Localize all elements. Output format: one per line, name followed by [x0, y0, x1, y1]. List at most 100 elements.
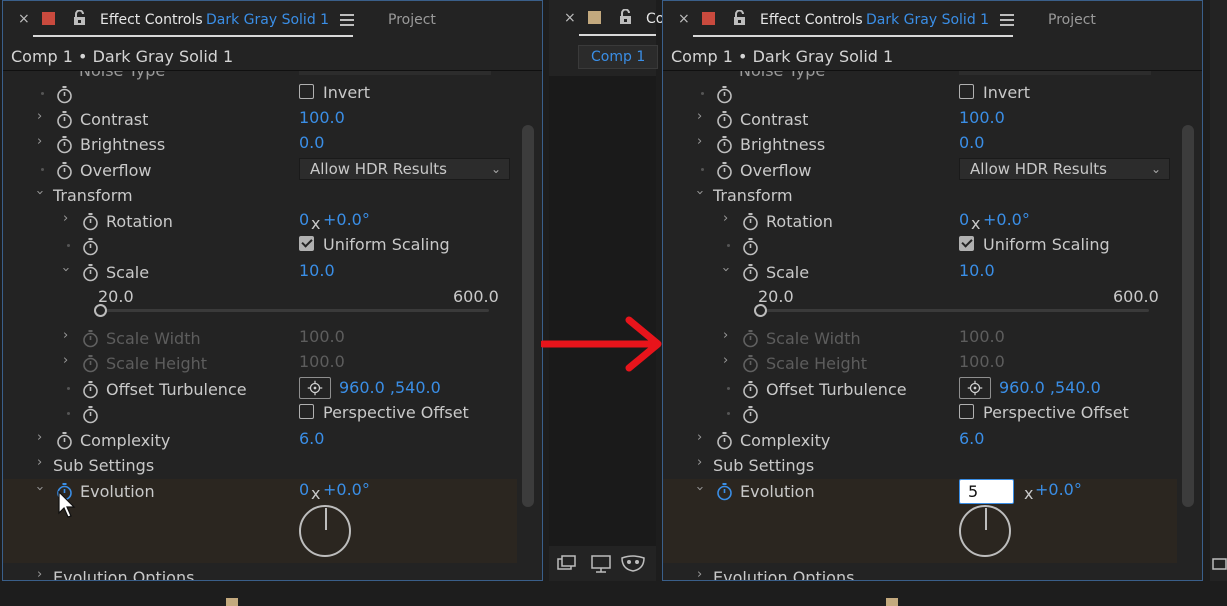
- stopwatch-icon[interactable]: [56, 85, 73, 104]
- stopwatch-icon[interactable]: [82, 237, 99, 256]
- chevron-down-icon[interactable]: ›: [32, 486, 47, 491]
- brightness-value[interactable]: 0.0: [299, 133, 324, 152]
- tab-project[interactable]: Project: [1048, 12, 1096, 28]
- close-tab-icon[interactable]: ×: [18, 11, 30, 27]
- chevron-right-icon[interactable]: ›: [697, 455, 702, 470]
- offset-turbulence-value[interactable]: 960.0 ,540.0: [339, 378, 441, 397]
- perspective-offset-checkbox[interactable]: [299, 404, 314, 419]
- stopwatch-icon[interactable]: [82, 405, 99, 424]
- uniform-scaling-checkbox[interactable]: [299, 236, 314, 251]
- scale-slider-knob[interactable]: [754, 304, 767, 317]
- unlock-icon[interactable]: [619, 9, 632, 25]
- snapshot-icon[interactable]: [1212, 555, 1227, 573]
- invert-checkbox[interactable]: [299, 84, 314, 99]
- chevron-right-icon[interactable]: ›: [37, 430, 42, 445]
- monitor-icon[interactable]: [591, 555, 611, 573]
- rotation-degrees[interactable]: +0.0°: [323, 210, 370, 229]
- stopwatch-icon[interactable]: [82, 380, 99, 399]
- chevron-right-icon[interactable]: ›: [723, 328, 728, 343]
- contrast-value[interactable]: 100.0: [299, 108, 345, 127]
- chevron-down-icon[interactable]: ›: [58, 267, 73, 272]
- scale-value[interactable]: 10.0: [959, 261, 995, 280]
- chevron-right-icon[interactable]: ›: [697, 109, 702, 124]
- comp-tab[interactable]: Comp 1: [578, 45, 658, 69]
- evolution-degrees[interactable]: +0.0°: [1035, 480, 1082, 499]
- perspective-offset-checkbox[interactable]: [959, 404, 974, 419]
- stopwatch-icon[interactable]: [742, 212, 759, 231]
- evolution-angle-dial[interactable]: [299, 505, 351, 557]
- panel-menu-icon[interactable]: [1000, 14, 1014, 26]
- overflow-dropdown[interactable]: Allow HDR Results ⌄: [299, 158, 510, 180]
- scrollbar[interactable]: [522, 125, 534, 507]
- comp-color-swatch: [226, 598, 238, 606]
- stopwatch-icon[interactable]: [56, 431, 73, 450]
- unlock-icon[interactable]: [73, 10, 86, 26]
- chevron-right-icon[interactable]: ›: [63, 211, 68, 226]
- complexity-value[interactable]: 6.0: [959, 429, 984, 448]
- chevron-right-icon[interactable]: ›: [723, 211, 728, 226]
- close-tab-icon[interactable]: ×: [564, 10, 576, 26]
- chevron-down-icon[interactable]: ›: [32, 190, 47, 195]
- close-tab-icon[interactable]: ×: [678, 11, 690, 27]
- mask-icon[interactable]: [621, 555, 645, 573]
- scale-slider-knob[interactable]: [94, 304, 107, 317]
- crosshair-target-icon[interactable]: [959, 377, 991, 399]
- chevron-right-icon[interactable]: ›: [697, 430, 702, 445]
- chevron-right-icon[interactable]: ›: [37, 109, 42, 124]
- tab-title[interactable]: Effect Controls: [100, 12, 203, 28]
- stopwatch-icon[interactable]: [716, 135, 733, 154]
- stopwatch-icon[interactable]: [742, 237, 759, 256]
- scrollbar[interactable]: [1182, 125, 1194, 507]
- unlock-icon[interactable]: [733, 10, 746, 26]
- rotation-turns[interactable]: 0: [299, 210, 309, 229]
- viewer-canvas[interactable]: [549, 76, 656, 546]
- stopwatch-icon[interactable]: [56, 110, 73, 129]
- snapshot-icon[interactable]: [557, 555, 577, 573]
- chevron-down-icon[interactable]: ›: [692, 486, 707, 491]
- chevron-right-icon[interactable]: ›: [63, 353, 68, 368]
- evolution-degrees[interactable]: +0.0°: [323, 480, 370, 499]
- chevron-right-icon[interactable]: ›: [723, 353, 728, 368]
- tab-title[interactable]: Effect Controls: [760, 12, 863, 28]
- chevron-right-icon[interactable]: ›: [63, 328, 68, 343]
- stopwatch-icon[interactable]: [716, 482, 733, 501]
- stopwatch-icon[interactable]: [742, 380, 759, 399]
- scale-slider-track[interactable]: [101, 309, 489, 312]
- evolution-turns[interactable]: 0: [299, 480, 309, 499]
- stopwatch-icon[interactable]: [716, 161, 733, 180]
- stopwatch-icon[interactable]: [716, 431, 733, 450]
- brightness-value[interactable]: 0.0: [959, 133, 984, 152]
- stopwatch-icon[interactable]: [56, 135, 73, 154]
- rotation-degrees[interactable]: +0.0°: [983, 210, 1030, 229]
- chevron-right-icon[interactable]: ›: [37, 567, 42, 580]
- uniform-scaling-checkbox[interactable]: [959, 236, 974, 251]
- stopwatch-icon[interactable]: [56, 161, 73, 180]
- rotation-turns[interactable]: 0: [959, 210, 969, 229]
- stopwatch-icon[interactable]: [82, 212, 99, 231]
- stopwatch-icon[interactable]: [716, 85, 733, 104]
- invert-checkbox[interactable]: [959, 84, 974, 99]
- chevron-right-icon[interactable]: ›: [37, 455, 42, 470]
- evolution-revolutions-input[interactable]: [959, 479, 1014, 504]
- scale-slider-track[interactable]: [761, 309, 1149, 312]
- stopwatch-icon[interactable]: [82, 263, 99, 282]
- row-invert: Invert: [663, 82, 1183, 107]
- offset-turbulence-value[interactable]: 960.0 ,540.0: [999, 378, 1101, 397]
- chevron-down-icon[interactable]: ›: [718, 267, 733, 272]
- stopwatch-icon[interactable]: [716, 110, 733, 129]
- panel-menu-icon[interactable]: [340, 14, 354, 26]
- evolution-angle-dial[interactable]: [959, 505, 1011, 557]
- crosshair-target-icon[interactable]: [299, 377, 331, 399]
- scale-value[interactable]: 10.0: [299, 261, 335, 280]
- tab-project[interactable]: Project: [388, 12, 436, 28]
- mouse-cursor-icon: [58, 491, 76, 518]
- complexity-value[interactable]: 6.0: [299, 429, 324, 448]
- stopwatch-icon[interactable]: [742, 263, 759, 282]
- chevron-down-icon[interactable]: ›: [692, 190, 707, 195]
- stopwatch-icon[interactable]: [742, 405, 759, 424]
- contrast-value[interactable]: 100.0: [959, 108, 1005, 127]
- overflow-dropdown[interactable]: Allow HDR Results ⌄: [959, 158, 1170, 180]
- chevron-right-icon[interactable]: ›: [37, 134, 42, 149]
- chevron-right-icon[interactable]: ›: [697, 567, 702, 580]
- chevron-right-icon[interactable]: ›: [697, 134, 702, 149]
